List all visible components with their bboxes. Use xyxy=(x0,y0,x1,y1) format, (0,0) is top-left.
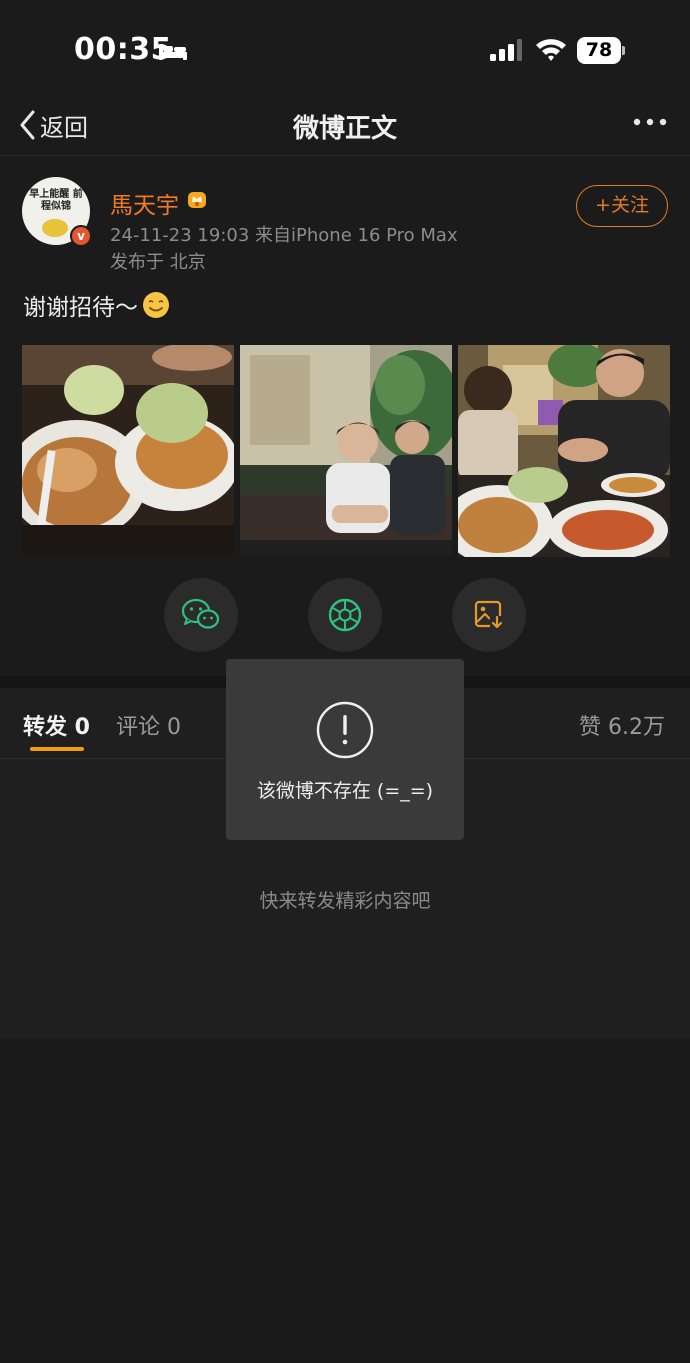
page-title: 微博正文 xyxy=(292,114,397,144)
back-button[interactable]: 返回 xyxy=(18,108,88,142)
header-divider xyxy=(0,155,690,156)
two-people-photo[interactable] xyxy=(240,345,452,557)
chevron-left-icon xyxy=(20,110,35,140)
exclamation-icon xyxy=(316,701,374,759)
food-photo[interactable] xyxy=(22,345,234,557)
moments-icon xyxy=(328,598,362,632)
toast-message: 该微博不存在 (=_=) xyxy=(256,780,434,802)
status-bar: 00:35 78 xyxy=(0,0,690,100)
smile-emoji-icon xyxy=(143,292,169,318)
battery-tip xyxy=(622,46,625,55)
back-label: 返回 xyxy=(40,113,88,142)
tab-comment[interactable]: 评论 0 xyxy=(116,709,181,741)
dining-photo[interactable] xyxy=(458,345,670,557)
signal-icon xyxy=(490,39,522,61)
post-location: 发布于 北京 xyxy=(110,252,206,273)
post-text: 谢谢招待～ xyxy=(23,295,138,321)
tab-active-indicator xyxy=(30,747,84,751)
avatar-cartoon xyxy=(42,219,68,237)
wechat-icon xyxy=(181,598,220,629)
follow-button[interactable]: +关注 xyxy=(576,185,668,227)
empty-state-text: 快来转发精彩内容吧 xyxy=(259,890,431,912)
tab-like[interactable]: 赞 6.2万 xyxy=(579,709,665,741)
post-meta: 24-11-23 19:03 来自iPhone 16 Pro Max xyxy=(110,225,458,246)
error-toast: 该微博不存在 (=_=) xyxy=(226,659,464,840)
battery-icon: 78 xyxy=(577,37,625,64)
verified-badge-icon: v xyxy=(70,225,92,247)
bottom-area xyxy=(0,1038,690,1363)
tab-repost[interactable]: 转发 0 xyxy=(23,709,90,741)
share-moments-button[interactable] xyxy=(308,578,382,652)
wifi-icon xyxy=(536,39,566,61)
username[interactable]: 馬天宇 xyxy=(110,186,179,220)
save-image-icon xyxy=(474,600,504,630)
post-content: 谢谢招待～ xyxy=(23,288,170,322)
share-wechat-button[interactable] xyxy=(164,578,238,652)
save-image-button[interactable] xyxy=(452,578,526,652)
battery-level: 78 xyxy=(577,37,621,64)
nav-bar: 返回 微博正文 xyxy=(0,100,690,150)
avatar-text: 早上能醒 前程似锦 xyxy=(29,189,83,212)
more-dots-icon[interactable] xyxy=(630,114,670,130)
member-crown-icon xyxy=(188,192,206,208)
bed-icon xyxy=(159,44,187,60)
